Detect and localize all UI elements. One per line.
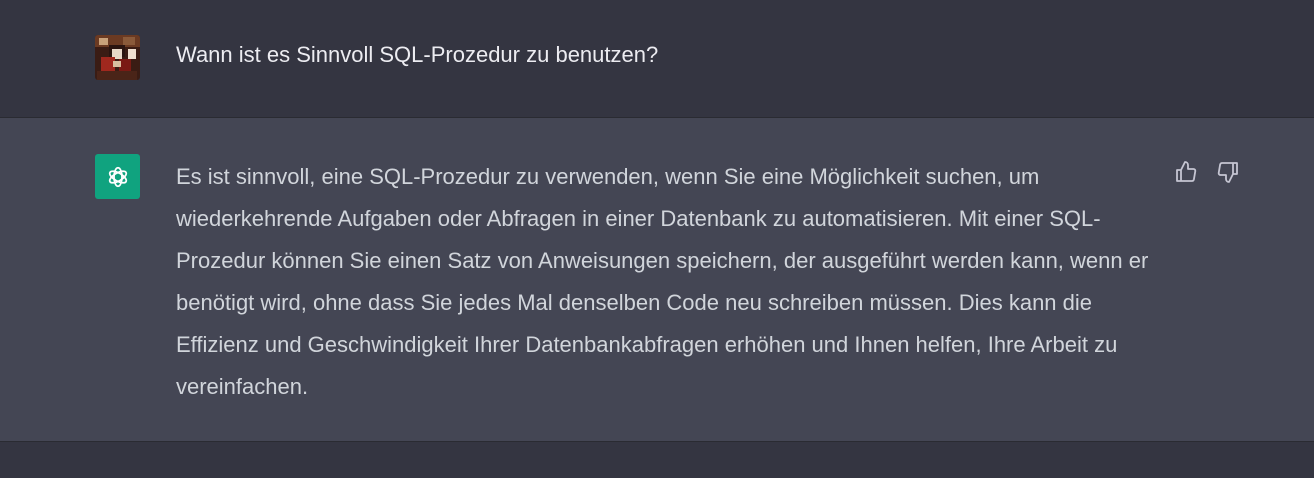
assistant-avatar <box>95 154 140 199</box>
thumbs-up-icon <box>1176 161 1197 182</box>
thumbs-up-button[interactable] <box>1172 158 1200 186</box>
chat-thread: Wann ist es Sinnvoll SQL-Prozedur zu ben… <box>0 0 1314 478</box>
user-message-text: Wann ist es Sinnvoll SQL-Prozedur zu ben… <box>176 42 659 67</box>
thumbs-down-icon <box>1217 162 1238 183</box>
assistant-message-row: Es ist sinnvoll, eine SQL-Prozedur zu ve… <box>0 118 1314 442</box>
assistant-message-text: Es ist sinnvoll, eine SQL-Prozedur zu ve… <box>176 164 1149 399</box>
bottom-spacer <box>0 442 1314 478</box>
thumbs-down-button[interactable] <box>1214 158 1242 186</box>
user-avatar-image <box>95 35 140 80</box>
user-avatar <box>95 35 140 80</box>
openai-logo-icon <box>108 166 127 187</box>
user-message-row: Wann ist es Sinnvoll SQL-Prozedur zu ben… <box>0 0 1314 118</box>
